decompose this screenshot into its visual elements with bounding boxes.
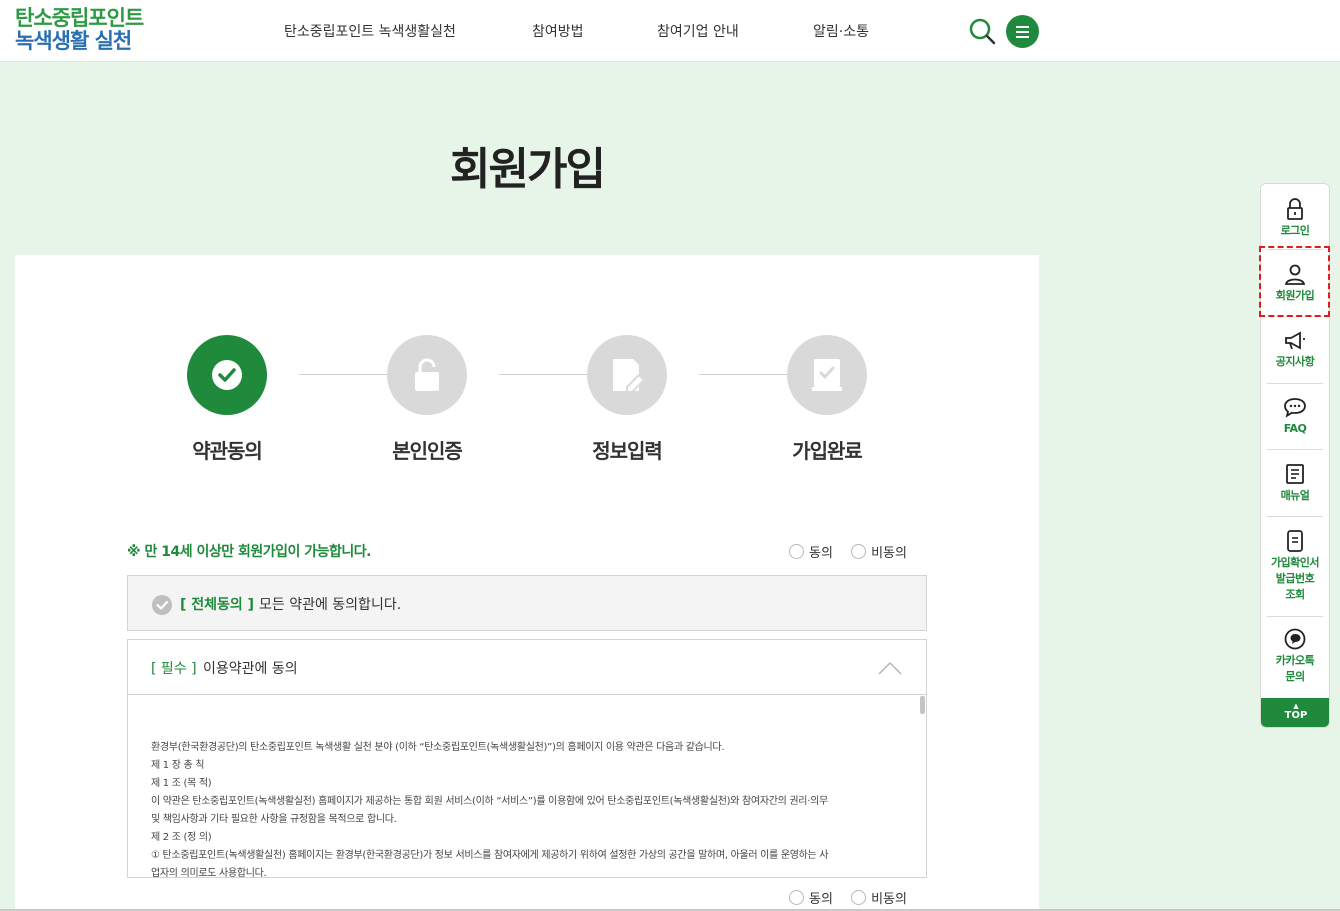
nav-item-partner-companies[interactable]: 참여기업 안내 [657,21,739,41]
nav-item-notice-communication[interactable]: 알림·소통 [813,21,869,41]
step-identity-verification: 본인인증 [367,335,487,464]
agree-all-text: 모든 약관에 동의합니다. [259,597,402,613]
terms-radio-group: 동의 비동의 [789,888,907,909]
terms-line: 제 2 조 (정 의) [151,832,212,843]
phone-document-icon [1287,530,1303,552]
quick-kakao-label-line: 문의 [1285,670,1305,683]
scroll-top-button[interactable]: ▲ TOP [1261,698,1329,727]
quick-login[interactable]: 로그인 [1266,198,1324,239]
page-title: 회원가입 [450,144,606,195]
step-signup-complete: 가입완료 [767,335,887,464]
top-label: TOP [1284,710,1308,721]
agree-label: 동의 [809,546,833,561]
hamburger-menu-icon[interactable] [1006,15,1039,48]
quick-faq[interactable]: FAQ [1266,397,1324,437]
quick-manual-label: 매뉴얼 [1280,489,1310,502]
terms-disagree-radio[interactable]: 비동의 [851,888,907,907]
step-label: 약관동의 [192,439,263,463]
quick-certificate-label-line: 발급번호 [1275,572,1315,585]
kakao-talk-icon [1284,628,1306,650]
agree-label: 동의 [809,892,833,907]
disagree-label: 비동의 [871,546,907,561]
terms-line: ① 탄소중립포인트(녹색생활실천) 홈페이지는 환경부(한국환경공단)가 정보 … [151,850,829,861]
divider [1267,516,1323,517]
disagree-radio[interactable]: 비동의 [851,542,907,561]
terms-title: 이용약관에 동의 [203,661,298,677]
signup-highlight-outline [1259,246,1330,317]
signup-card: 약관동의 본인인증 정보입력 가입완료 ※ 만 14세 이상만 회원가입이 가능… [15,255,1039,911]
step-label: 정보입력 [592,439,663,463]
divider [1267,383,1323,384]
terms-body-text: 환경부(한국환경공단)의 탄소중립포인트 녹색생활 실천 분야 (이하 “탄소중… [151,739,901,883]
quick-notice[interactable]: 공지사항 [1266,331,1324,370]
nav-item-green-life[interactable]: 탄소중립포인트 녹색생활실천 [284,21,456,41]
radio-circle [789,890,804,905]
check-circle-icon [152,595,172,615]
chevron-up-icon[interactable] [878,660,902,675]
chat-bubble-icon [1284,398,1306,418]
step-terms-agreement: 약관동의 [167,335,287,464]
step-label: 가입완료 [792,439,863,463]
quick-login-label: 로그인 [1280,224,1310,237]
terms-line: 및 책임사항과 기타 필요한 사항을 규정함을 목적으로 합니다. [151,814,397,825]
quick-kakao-inquiry[interactable]: 카카오톡 문의 [1266,628,1324,685]
radio-circle [789,544,804,559]
terms-line: 환경부(한국환경공단)의 탄소중립포인트 녹색생활 실천 분야 (이하 “탄소중… [151,742,725,753]
quick-signup-certificate-lookup[interactable]: 가입확인서 발급번호 조회 [1266,530,1324,603]
quick-certificate-label-line: 가입확인서 [1270,556,1320,569]
check-icon [187,335,267,415]
search-icon[interactable] [968,17,996,45]
manual-icon [1286,464,1304,484]
terms-of-use-panel: [ 필수 ] 이용약관에 동의 환경부(한국환경공단)의 탄소중립포인트 녹색생… [127,639,927,879]
step-label: 본인인증 [392,439,463,463]
nav-item-how-to-join[interactable]: 참여방법 [532,21,584,41]
lock-icon [1287,198,1303,220]
age-notice: ※ 만 14세 이상만 회원가입이 가능합니다. [127,544,371,560]
quick-faq-label: FAQ [1283,422,1307,435]
site-logo[interactable]: 탄소중립포인트 녹색생활 실천 [15,6,144,53]
terms-line: 업자의 의미로도 사용합니다. [151,868,267,879]
required-tag: [ 필수 ] [151,661,197,677]
terms-of-use-header[interactable]: [ 필수 ] 이용약관에 동의 [128,640,926,695]
agree-all-tag: [ 전체동의 ] [180,597,255,613]
site-header: 탄소중립포인트 녹색생활 실천 탄소중립포인트 녹색생활실천 참여방법 참여기업… [0,0,1340,62]
logo-line-2: 녹색생활 실천 [15,29,132,53]
divider [1267,616,1323,617]
quick-certificate-label-line: 조회 [1285,588,1305,601]
disagree-label: 비동의 [871,892,907,907]
terms-line: 제 1 조 (목 적) [151,778,212,789]
terms-line: 이 약관은 탄소중립포인트(녹색생활실천) 홈페이지가 제공하는 통합 회원 서… [151,796,828,807]
unlock-icon [387,335,467,415]
arrow-up-icon: ▲ [1293,702,1299,710]
agree-all-checkbox[interactable]: [ 전체동의 ] 모든 약관에 동의합니다. [127,575,927,631]
logo-line-1: 탄소중립포인트 [15,6,144,30]
terms-agree-radio[interactable]: 동의 [789,888,833,907]
terms-line: 제 1 장 총 칙 [151,760,205,771]
quick-notice-label: 공지사항 [1275,355,1315,368]
radio-circle [851,890,867,905]
terms-scrollbar[interactable] [920,696,925,714]
divider [1267,449,1323,450]
quick-kakao-label-line: 카카오톡 [1275,654,1315,667]
agree-radio[interactable]: 동의 [789,542,833,561]
step-info-input: 정보입력 [567,335,687,464]
edit-document-icon [587,335,667,415]
book-check-icon [787,335,867,415]
quick-manual[interactable]: 매뉴얼 [1266,463,1324,504]
all-terms-radio-group: 동의 비동의 [789,542,907,563]
megaphone-icon [1285,331,1305,350]
radio-circle [851,544,867,559]
